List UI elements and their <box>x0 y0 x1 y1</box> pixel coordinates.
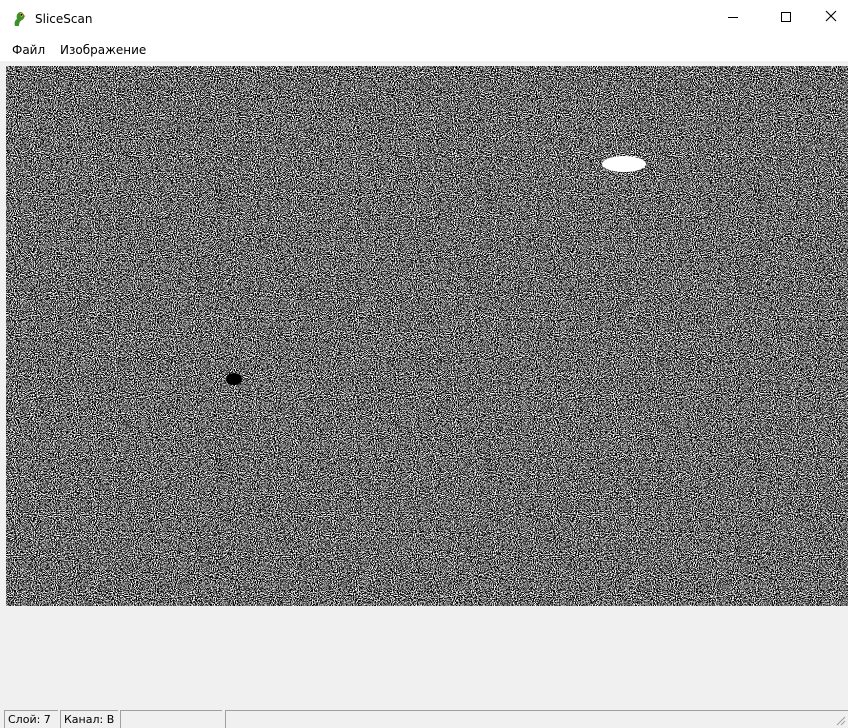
minimize-icon <box>728 16 738 18</box>
menu-image[interactable]: Изображение <box>60 42 146 59</box>
status-panel-4 <box>225 710 848 728</box>
maximize-button[interactable] <box>763 0 809 34</box>
close-icon <box>825 10 837 25</box>
menu-bar: Файл Изображение <box>0 40 848 61</box>
slice-image-view[interactable] <box>6 66 848 606</box>
status-layer: Слой: 7 <box>4 710 58 728</box>
maximize-icon <box>781 12 791 22</box>
parrot-app-icon <box>12 11 28 27</box>
app-window: SliceScan Файл Изображение Слой: 7 Канал… <box>0 0 848 728</box>
title-bar[interactable]: SliceScan <box>0 0 848 40</box>
window-title: SliceScan <box>35 12 93 26</box>
resize-grip-icon[interactable] <box>834 714 846 726</box>
close-button[interactable] <box>808 0 848 34</box>
status-panel-3 <box>120 710 222 728</box>
status-bar: Слой: 7 Канал: B <box>0 708 848 728</box>
noise-slice-image <box>6 66 848 606</box>
status-channel: Канал: B <box>60 710 118 728</box>
minimize-button[interactable] <box>710 0 756 34</box>
menu-file[interactable]: Файл <box>12 42 45 59</box>
